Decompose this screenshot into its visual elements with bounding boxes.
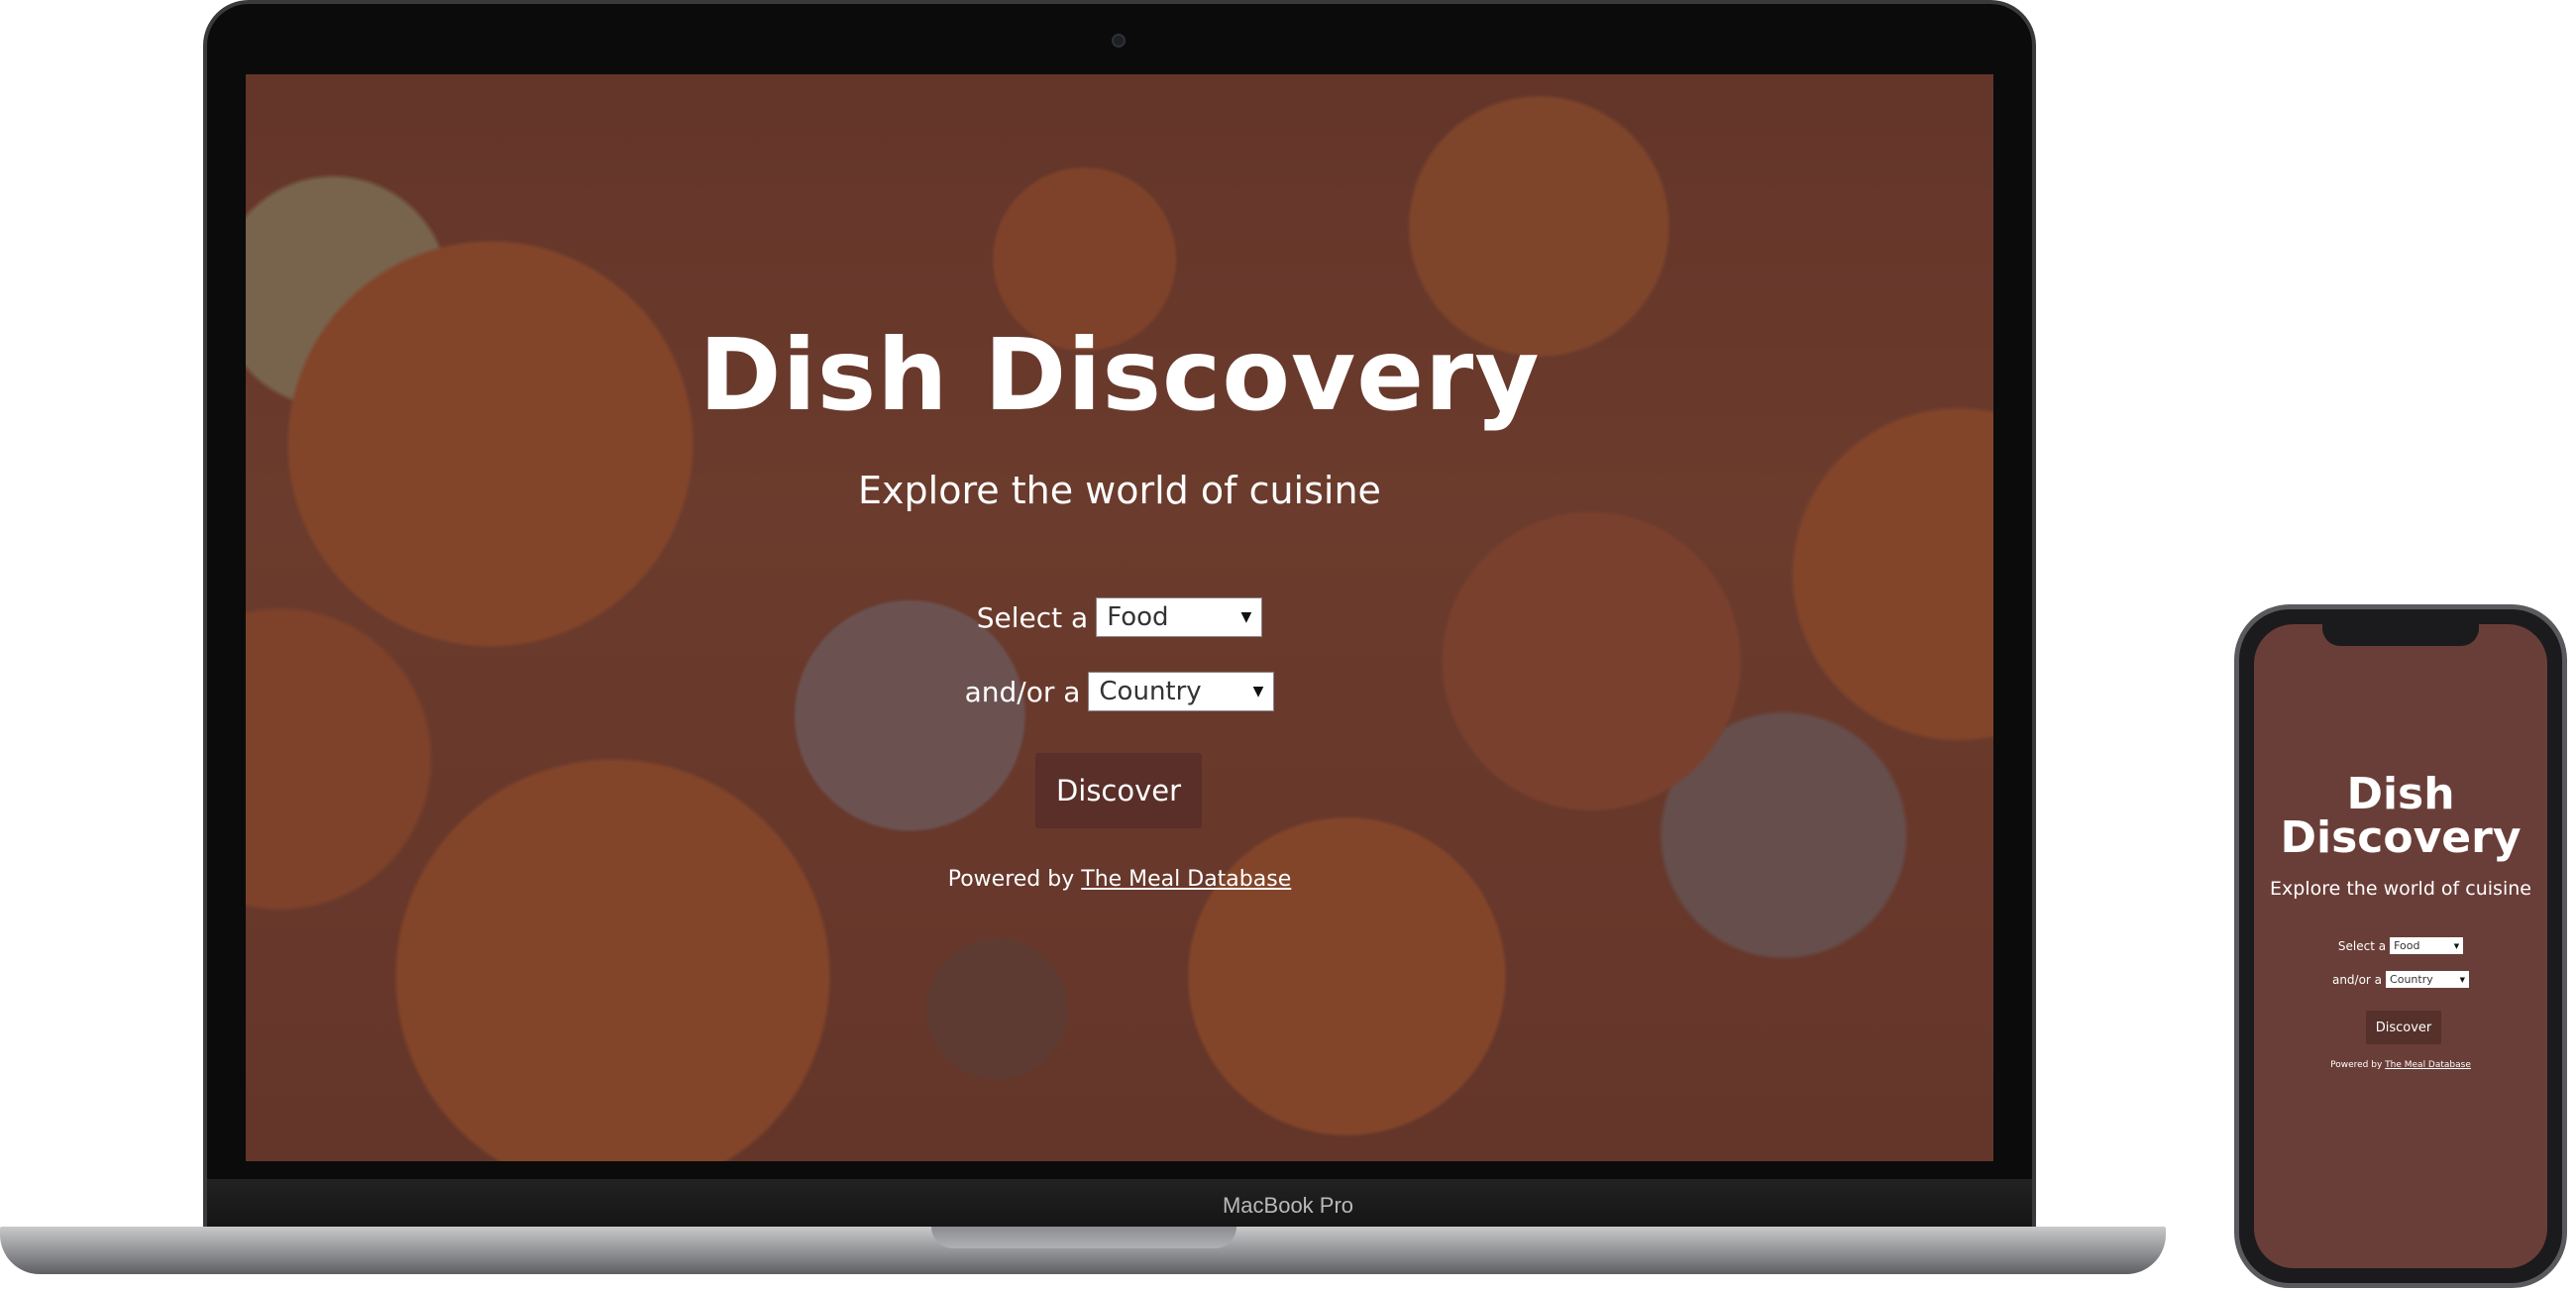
country-select-value: Country — [1099, 677, 1202, 706]
powered-by: Powered by The Meal Database — [246, 867, 1993, 892]
phone-powered-by: Powered by The Meal Database — [2254, 1060, 2547, 1070]
select-label: Select a — [976, 600, 1089, 634]
phone-page-subtitle: Explore the world of cuisine — [2270, 878, 2531, 900]
phone-title-line1: Dish — [2346, 769, 2455, 819]
phone-andor-label: and/or a — [2331, 972, 2383, 987]
phone-notch — [2322, 616, 2479, 646]
phone-food-select-value: Food — [2394, 939, 2420, 952]
country-select[interactable]: Country ▼ — [1088, 672, 1275, 711]
phone-screen: Dish Discovery Explore the world of cuis… — [2254, 624, 2547, 1268]
laptop-screen: Dish Discovery Explore the world of cuis… — [246, 74, 1993, 1161]
laptop-opening-notch — [931, 1227, 1236, 1248]
laptop-brand-label: MacBook Pro — [1222, 1193, 1354, 1218]
camera-icon — [1112, 34, 1126, 48]
phone-country-select-row: and/or a Country ▼ — [2254, 971, 2547, 988]
meal-database-link[interactable]: The Meal Database — [1081, 867, 1291, 892]
powered-by-prefix: Powered by — [947, 867, 1075, 892]
phone-food-select-row: Select a Food ▼ — [2254, 937, 2547, 954]
food-select-value: Food — [1107, 602, 1169, 632]
phone-select-label: Select a — [2337, 938, 2387, 953]
discover-button[interactable]: Discover — [1035, 753, 1202, 828]
phone-food-select[interactable]: Food ▼ — [2390, 937, 2464, 954]
phone-country-select-value: Country — [2390, 973, 2433, 986]
hero-section: Dish Discovery Explore the world of cuis… — [246, 74, 1993, 1161]
country-select-row: and/or a Country ▼ — [246, 672, 1993, 711]
food-select[interactable]: Food ▼ — [1096, 597, 1263, 637]
andor-label: and/or a — [964, 675, 1081, 708]
page-title: Dish Discovery — [698, 317, 1541, 433]
chevron-down-icon: ▼ — [1240, 609, 1252, 625]
phone-meal-database-link[interactable]: The Meal Database — [2385, 1060, 2471, 1070]
chevron-down-icon: ▼ — [1252, 684, 1264, 699]
phone-country-select[interactable]: Country ▼ — [2386, 971, 2470, 988]
page-subtitle: Explore the world of cuisine — [858, 469, 1381, 512]
phone-discover-button[interactable]: Discover — [2366, 1011, 2441, 1044]
chevron-down-icon: ▼ — [2459, 975, 2466, 984]
phone-title-line2: Discovery — [2280, 812, 2522, 863]
food-select-row: Select a Food ▼ — [246, 597, 1993, 637]
phone-page-title: Dish Discovery — [2254, 773, 2547, 860]
chevron-down-icon: ▼ — [2453, 941, 2460, 950]
phone-powered-by-prefix: Powered by — [2330, 1060, 2383, 1070]
